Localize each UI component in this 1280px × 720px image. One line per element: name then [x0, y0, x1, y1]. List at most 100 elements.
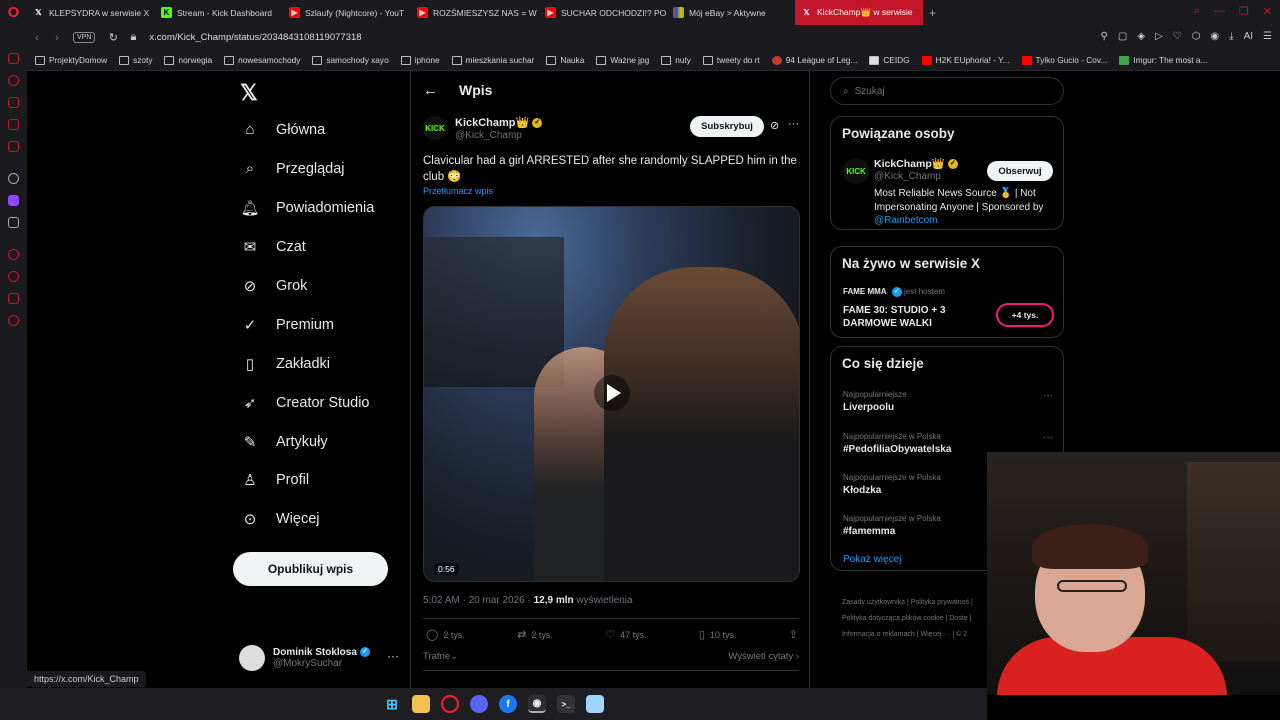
nav-profile[interactable]: ♙ Profil — [240, 471, 309, 489]
pinboard-icon[interactable] — [8, 293, 19, 304]
bookmark-folder[interactable]: samochody xayo — [312, 55, 389, 65]
notepad-icon[interactable] — [586, 695, 604, 713]
back-arrow-icon[interactable]: ← — [423, 82, 438, 99]
twitch-icon[interactable] — [8, 195, 19, 206]
nav-creator-studio[interactable]: ➶ Creator Studio — [240, 394, 370, 412]
translate-link[interactable]: Przetłumacz wpis — [423, 186, 493, 196]
bookmark-link[interactable]: Imgur: The most a... — [1119, 55, 1207, 65]
search-tabs-icon[interactable]: ⌕ — [1194, 5, 1200, 18]
download-icon[interactable]: ⤓ — [1229, 31, 1233, 42]
trend-item[interactable]: Najpopularniejsze Liverpoolu ··· — [843, 390, 1053, 413]
author-name[interactable]: KickChamp👑 — [455, 117, 529, 129]
messenger-icon[interactable] — [8, 53, 19, 64]
bookmark-folder[interactable]: ProjektyDomow — [35, 55, 107, 65]
opera-logo-icon[interactable]: O — [0, 0, 27, 25]
browser-tab[interactable]: Mój eBay > Aktywne — [667, 0, 795, 25]
ai-icon[interactable]: AI — [1244, 31, 1253, 42]
play-icon[interactable]: ▷ — [1155, 31, 1163, 42]
x-logo-icon[interactable]: 𝕏 — [240, 80, 258, 106]
browser-tab-active[interactable]: 𝕏 KickChamp👑 w serwisie — [795, 0, 923, 25]
nav-home[interactable]: ⌂ Główna — [240, 121, 325, 138]
view-quotes-link[interactable]: Wyświetl cytaty › — [728, 651, 799, 662]
account-switcher[interactable]: Dominik Stoklosa ✓ @MokrySuchar ··· — [239, 643, 399, 673]
history-icon[interactable] — [8, 75, 19, 86]
new-tab-button[interactable]: + — [929, 6, 936, 20]
close-icon[interactable]: ✕ — [1263, 5, 1272, 18]
opera-gx-icon[interactable] — [441, 695, 459, 713]
obs-icon[interactable]: ◉ — [528, 695, 546, 713]
reload-icon[interactable]: ↻ — [103, 31, 123, 44]
more-dots-icon[interactable]: ··· — [387, 649, 399, 663]
related-name[interactable]: KickChamp👑 — [874, 158, 945, 170]
share-button[interactable]: ⇪ — [789, 628, 798, 641]
nav-more[interactable]: ⊙ Więcej — [240, 510, 320, 528]
bookmark-folder[interactable]: tweety do rt — [702, 55, 760, 65]
author-avatar[interactable]: KICK — [423, 116, 447, 140]
maximize-icon[interactable]: ❐ — [1239, 5, 1249, 18]
video-player[interactable]: 0:56 — [423, 206, 800, 582]
discord-icon[interactable] — [470, 695, 488, 713]
follow-button[interactable]: Obserwuj — [987, 161, 1053, 181]
repost-button[interactable]: ⇄ 2 tys. — [517, 628, 553, 641]
live-host[interactable]: FAME MMA ✓ jest hostem — [843, 287, 945, 297]
show-more-link[interactable]: Pokaż więcej — [843, 554, 901, 565]
sort-dropdown[interactable]: Trafne⌄ — [423, 651, 458, 662]
reply-button[interactable]: ◯ 2 tys. — [426, 628, 465, 641]
related-handle[interactable]: @Kick_Champ — [874, 171, 941, 182]
bookmark-link[interactable]: 94 League of Leg... — [771, 55, 857, 65]
live-listeners-badge[interactable]: +4 tys. — [996, 303, 1054, 327]
back-icon[interactable]: ‹ — [27, 32, 47, 44]
bookmark-folder[interactable]: iphone — [400, 55, 440, 65]
browser-tab[interactable]: K Stream - Kick Dashboard — [155, 0, 283, 25]
subscribe-button[interactable]: Subskrybuj — [690, 116, 764, 137]
profile-icon[interactable]: ◉ — [1210, 31, 1219, 42]
bookmark-folder[interactable]: szoty — [119, 55, 152, 65]
play-icon[interactable] — [594, 375, 630, 411]
settings-icon[interactable] — [8, 315, 19, 326]
footer-links[interactable]: Zasady użytkownika | Polityka prywatnoś … — [842, 595, 992, 643]
sponsor-link[interactable]: @Rainbetcom — [874, 215, 938, 226]
more-dots-icon[interactable]: ··· — [1043, 432, 1053, 443]
browser-tab[interactable]: ▶ SUCHAR ODCHODZI!? PO — [539, 0, 667, 25]
nav-articles[interactable]: ✎ Artykuły — [240, 433, 328, 451]
search-input[interactable]: ⌕ Szukaj — [830, 77, 1064, 105]
like-button[interactable]: ♡ 47 tys. — [605, 628, 646, 641]
screenshot-icon[interactable]: ▢ — [1118, 31, 1127, 42]
shield-icon[interactable]: ◈ — [1137, 31, 1145, 42]
bookmark-folder[interactable]: Ważne jpg — [596, 55, 649, 65]
bookmark-folder[interactable]: nowesamochody — [224, 55, 300, 65]
bookmark-folder[interactable]: mieszkania suchar — [451, 55, 534, 65]
more-dots-icon[interactable]: ··· — [1043, 390, 1053, 401]
tweet-time[interactable]: 5:02 AM · 20 mar 2026 · — [423, 595, 534, 606]
heart-icon[interactable]: ♡ — [1173, 31, 1182, 42]
nav-bookmarks[interactable]: ▯ Zakładki — [240, 355, 330, 373]
nav-chat[interactable]: ✉ Czat — [240, 238, 306, 256]
browser-tab[interactable]: 𝕏 KLEPSYDRA w serwisie X — [27, 0, 155, 25]
windows-start-icon[interactable]: ⊞ — [383, 695, 401, 713]
nav-premium[interactable]: ✓ Premium — [240, 316, 334, 334]
facebook-icon[interactable]: f — [499, 695, 517, 713]
grok-icon[interactable]: ⊘ — [770, 119, 779, 132]
x-sidebar-icon[interactable] — [8, 217, 19, 228]
bookmark-link[interactable]: CEIDG — [869, 55, 910, 65]
file-explorer-icon[interactable] — [412, 695, 430, 713]
nav-explore[interactable]: ⌕ Przeglądaj — [240, 160, 345, 177]
terminal-icon[interactable]: >_ — [557, 695, 575, 713]
forward-icon[interactable]: › — [47, 32, 67, 44]
bookmark-button[interactable]: ▯ 10 tys. — [699, 628, 737, 641]
recent-icon[interactable] — [8, 249, 19, 260]
nav-grok[interactable]: ⊘ Grok — [240, 277, 308, 295]
url-field[interactable]: x.com/Kick_Champ/status/2034843108119077… — [149, 32, 361, 43]
more-dots-icon[interactable]: ··· — [788, 118, 799, 130]
browser-tab[interactable]: ▶ ROZŚMIESZYSZ NAS = W — [411, 0, 539, 25]
browser-tab[interactable]: ▶ Szlaufy (Nightcore) - YouT — [283, 0, 411, 25]
extensions-icon[interactable]: ⬡ — [1192, 31, 1201, 42]
minimize-icon[interactable]: — — [1214, 5, 1225, 18]
avatar[interactable]: KICK — [843, 158, 869, 184]
vpn-badge[interactable]: VPN — [73, 32, 96, 43]
menu-icon[interactable]: ☰ — [1263, 31, 1272, 42]
bookmark-link[interactable]: H2K EUphoria! - Y... — [921, 55, 1010, 65]
instagram-icon[interactable] — [8, 119, 19, 130]
clock-icon[interactable] — [8, 271, 19, 282]
music-icon[interactable] — [8, 141, 19, 152]
